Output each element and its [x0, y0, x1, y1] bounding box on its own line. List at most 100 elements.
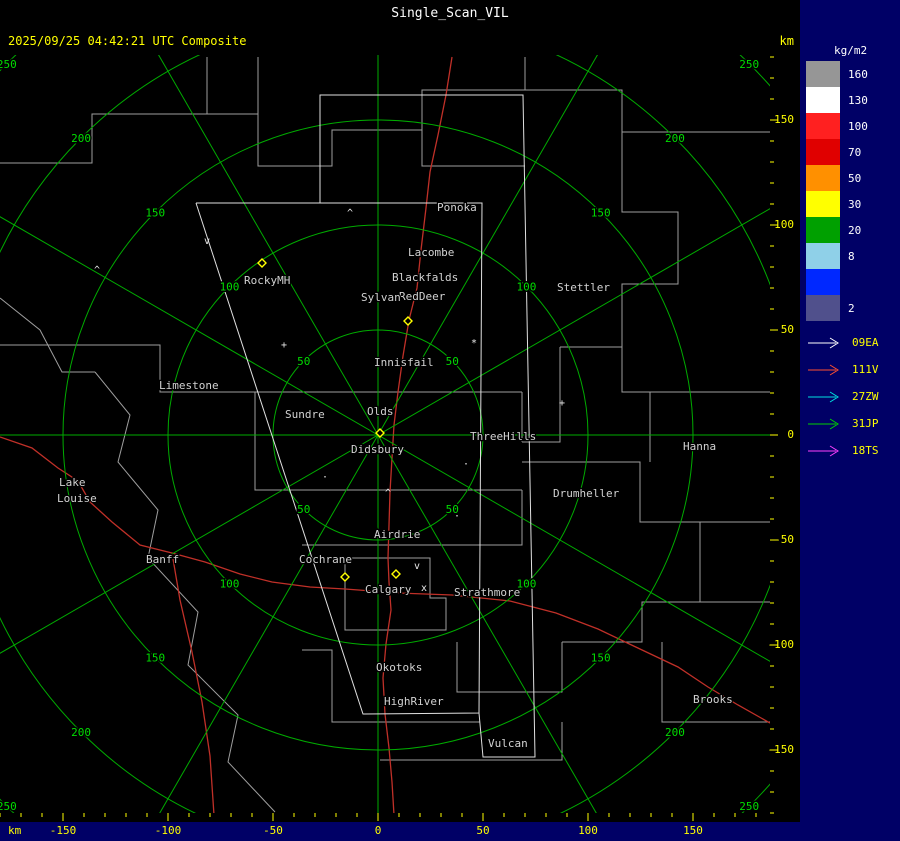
- site-diamond-icon: [340, 572, 350, 582]
- boundary-line: [0, 57, 208, 164]
- site-diamond-icon: [257, 258, 267, 268]
- scale-color-swatch: [806, 217, 840, 243]
- storm-cell-markers: v^^+ *+^···vx: [94, 208, 565, 594]
- bottom-axis-label: -100: [154, 824, 182, 837]
- scale-value-label: 2: [848, 301, 855, 315]
- scale-row: 8: [806, 243, 900, 269]
- city-label: Limestone: [159, 379, 219, 392]
- range-ring-label: 200: [665, 132, 685, 145]
- site-diamond-icon: [391, 569, 401, 579]
- range-ring-label: 250: [0, 800, 17, 813]
- scale-color-swatch: [806, 269, 840, 295]
- city-label: Ponoka: [437, 201, 477, 214]
- track-id-label: 27ZW: [852, 390, 879, 403]
- cell-marker-icon: ^: [347, 208, 353, 219]
- right-axis-label: -150: [767, 743, 795, 756]
- scale-value-label: 100: [848, 119, 868, 133]
- scale-color-swatch: [806, 61, 840, 87]
- map-layers: 5050505010010010010015015015015020020020…: [0, 55, 770, 813]
- bottom-axis-label: -150: [49, 824, 77, 837]
- city-label: Brooks: [693, 693, 733, 706]
- bottom-axis-label: 100: [578, 824, 598, 837]
- track-arrow-icon: [808, 445, 839, 456]
- city-label: Calgary: [365, 583, 412, 596]
- right-axis-label: -100: [767, 638, 795, 651]
- scale-value-label: 70: [848, 145, 862, 159]
- highway-line: [0, 436, 373, 592]
- boundary-line: [661, 642, 770, 723]
- city-label: Okotoks: [376, 661, 422, 674]
- cell-marker-icon: ^: [94, 265, 100, 276]
- boundary-line: [94, 371, 276, 813]
- color-scale: 160 130 100 70 50 30 20 8 2: [806, 61, 900, 321]
- scale-color-swatch: [806, 165, 840, 191]
- cell-marker-icon: v: [204, 236, 210, 247]
- range-ring: [0, 55, 770, 813]
- range-ring-label: 200: [665, 726, 685, 739]
- cell-marker-icon: ·: [322, 472, 328, 483]
- track-legend-row: 31JP: [806, 410, 900, 437]
- track-legend-row: 18TS: [806, 437, 900, 464]
- boundary-line: [562, 522, 701, 643]
- range-ring-label: 100: [220, 281, 240, 294]
- range-ring-label: 150: [145, 206, 165, 219]
- track-legend-row: 111V: [806, 356, 900, 383]
- azimuth-spoke: [0, 208, 770, 654]
- range-ring-label: 100: [517, 281, 537, 294]
- range-ring-label: 250: [739, 800, 759, 813]
- legend-panel: kg/m2 160 130 100 70 50 30 20 8 2 09EA 111V 27ZW 31…: [800, 0, 900, 841]
- track-legend-row: 27ZW: [806, 383, 900, 410]
- city-label: Didsbury: [351, 443, 404, 456]
- range-ring-label: 200: [71, 132, 91, 145]
- scale-value-label: 30: [848, 197, 862, 211]
- azimuth-spoke: [158, 55, 597, 813]
- scale-row: 160: [806, 61, 900, 87]
- city-label: Drumheller: [553, 487, 620, 500]
- right-axis-label: 100: [774, 218, 794, 231]
- city-label: HighRiver: [384, 695, 444, 708]
- cell-marker-icon: v: [414, 561, 420, 572]
- cell-marker-icon: ·: [463, 459, 469, 470]
- track-legend: 09EA 111V 27ZW 31JP 18TS: [806, 329, 900, 464]
- scale-row: 130: [806, 87, 900, 113]
- scale-color-swatch: [806, 87, 840, 113]
- radar-map-canvas[interactable]: 5050505010010010010015015015015020020020…: [0, 0, 900, 841]
- right-axis-label: 50: [780, 323, 794, 336]
- scale-row: 100: [806, 113, 900, 139]
- boundary-line: [207, 57, 259, 115]
- scale-value-label: 160: [848, 67, 868, 81]
- city-label: Lake: [59, 476, 86, 489]
- scale-color-swatch: [806, 243, 840, 269]
- bottom-axis-bar: km -150 -100 -50 0 50 100 150: [0, 822, 800, 841]
- city-label: Banff: [146, 553, 179, 566]
- city-label: Sylvan: [361, 291, 401, 304]
- right-axis-label: 0: [787, 428, 794, 441]
- city-label: Stettler: [557, 281, 610, 294]
- cell-marker-icon: ^: [385, 488, 391, 499]
- track-arrow-icon: [808, 364, 839, 375]
- range-ring-label: 50: [297, 355, 310, 368]
- city-label: ThreeHills: [470, 430, 536, 443]
- scale-row: 20: [806, 217, 900, 243]
- bottom-axis-label: -50: [263, 824, 283, 837]
- right-axis-label: 150: [774, 113, 794, 126]
- track-arrow-icon: [808, 337, 839, 348]
- range-ring-label: 150: [591, 652, 611, 665]
- track-id-label: 111V: [852, 363, 879, 376]
- scale-row: 50: [806, 165, 900, 191]
- track-legend-row: 09EA: [806, 329, 900, 356]
- range-ring-label: 50: [446, 355, 459, 368]
- scale-row: [806, 269, 900, 295]
- azimuth-spoke: [159, 55, 598, 813]
- scale-value-label: 8: [848, 249, 855, 263]
- range-ring-label: 150: [591, 206, 611, 219]
- track-id-label: 09EA: [852, 336, 879, 349]
- city-label: Cochrane: [299, 553, 352, 566]
- scale-color-swatch: [806, 113, 840, 139]
- boundary-line: [456, 642, 563, 693]
- range-ring-label: 50: [297, 503, 310, 516]
- scale-color-swatch: [806, 295, 840, 321]
- azimuth-spoke: [0, 216, 770, 662]
- bottom-axis-label: 150: [683, 824, 703, 837]
- cell-marker-icon: ·: [454, 511, 460, 522]
